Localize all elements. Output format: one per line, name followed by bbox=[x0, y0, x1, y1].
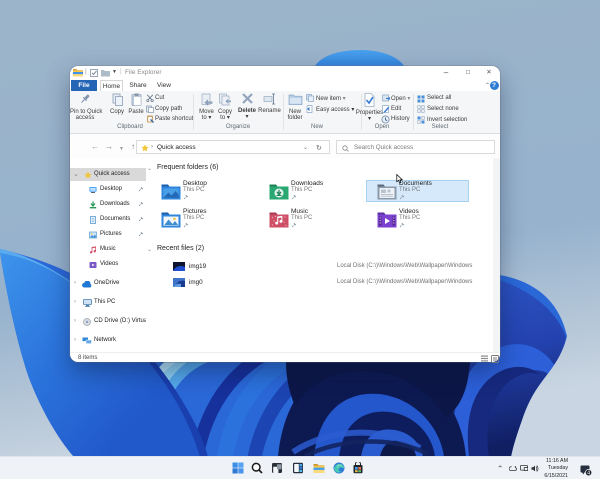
svg-text:4: 4 bbox=[587, 471, 590, 476]
